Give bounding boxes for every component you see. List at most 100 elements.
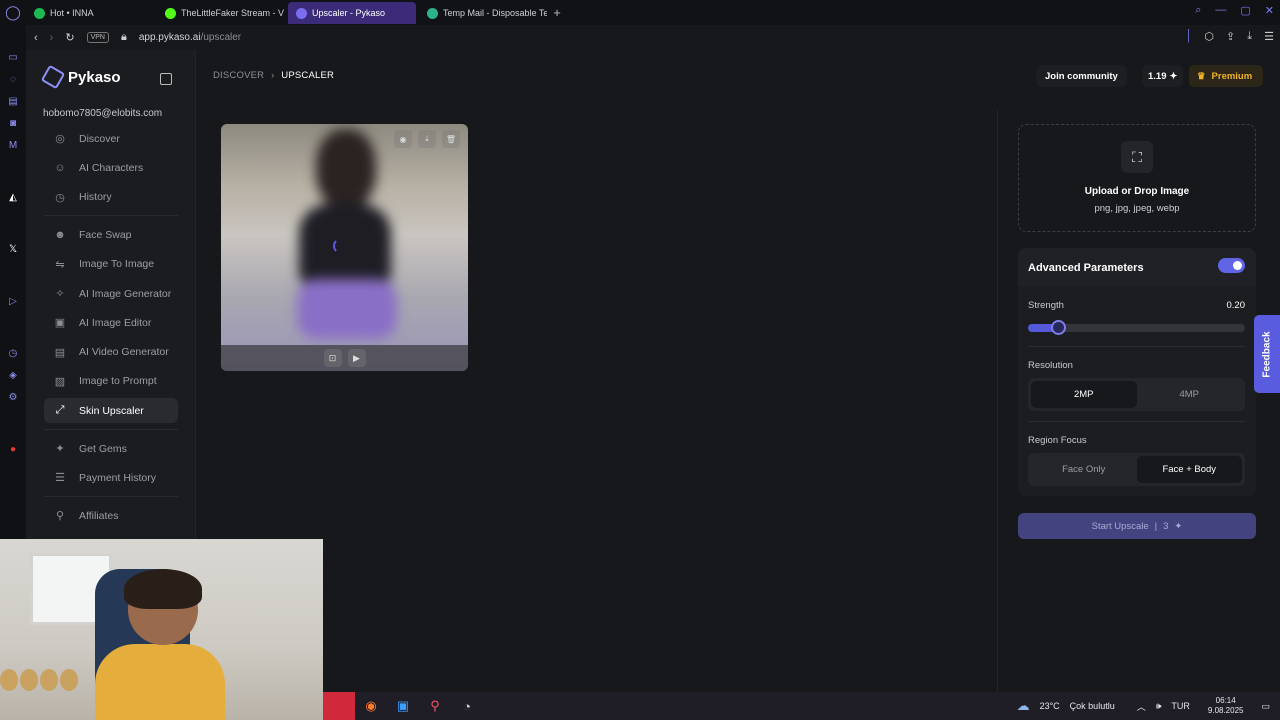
messenger-icon[interactable]: ▭ <box>7 51 19 63</box>
vpn-badge[interactable]: VPN <box>86 32 109 43</box>
pinboard-icon[interactable]: ◈ <box>7 369 19 381</box>
sidebar-item-skin-upscaler[interactable]: ⤢ Skin Upscaler <box>44 398 178 424</box>
clock[interactable]: 06:14 9.08.2025 <box>1208 696 1244 716</box>
compare-icon[interactable]: ⊡ <box>323 349 342 367</box>
browser-tab[interactable]: Hot • INNA <box>26 2 154 24</box>
opera-logo-icon[interactable]: ◯ <box>0 0 26 25</box>
close-icon[interactable]: ✕ <box>1265 4 1274 17</box>
tab-title: Upscaler - Pykaso <box>312 8 386 18</box>
sidebar-item-ai-video-generator[interactable]: ▤ AI Video Generator <box>44 340 178 365</box>
view-icon[interactable]: ◉ <box>394 130 412 148</box>
system-tray: ☁ 23°C Çok bulutlu ︿ 🕪︎ TUR 06:14 9.08.2… <box>1017 692 1270 720</box>
sidebar-item-get-gems[interactable]: ✦ Get Gems <box>44 436 178 461</box>
sidebar-item-label: History <box>79 191 112 204</box>
sidebar-item-face-swap[interactable]: ☻ Face Swap <box>44 222 178 247</box>
download-image-icon[interactable]: ⤓ <box>418 130 436 148</box>
start-upscale-separator: | <box>1154 520 1158 532</box>
video-icon: ▤ <box>54 346 66 359</box>
sidebar-item-image-to-prompt[interactable]: ▨ Image to Prompt <box>44 369 178 394</box>
video-camera-icon[interactable]: ▶ <box>347 349 366 367</box>
brand-logo[interactable]: Pykaso <box>40 64 121 90</box>
sidebar-item-ai-image-generator[interactable]: ✧ AI Image Generator <box>44 281 178 306</box>
browser-tab[interactable]: Temp Mail - Disposable Te <box>419 2 547 24</box>
tab-title: Hot • INNA <box>50 8 94 18</box>
taskbar-app-red[interactable] <box>323 692 355 720</box>
x-icon[interactable]: 𝕏 <box>7 243 19 255</box>
sidebar-item-history[interactable]: ◷ History <box>44 185 178 210</box>
tab-favicon-icon <box>427 7 438 19</box>
sidebar-item-ai-image-editor[interactable]: ▣ AI Image Editor <box>44 310 178 335</box>
reload-icon[interactable]: ↻ <box>65 31 74 44</box>
sidebar-divider <box>44 495 178 497</box>
gems-balance[interactable]: 1.19 ✦ <box>1142 65 1184 87</box>
sidebar-item-affiliates[interactable]: ⚲ Affiliates <box>44 503 178 528</box>
language-indicator[interactable]: TUR <box>1171 701 1190 711</box>
wallet-icon[interactable]: ▤ <box>7 95 19 107</box>
join-community-button[interactable]: Join community <box>1036 65 1127 87</box>
minimize-icon[interactable]: — <box>1215 4 1226 17</box>
region-focus-option[interactable]: Face Only <box>1031 456 1137 483</box>
url-field[interactable]: app.pykaso.ai/upscaler <box>139 32 241 43</box>
photo-figure-head <box>316 129 376 209</box>
tab-title: TheLittleFaker Stream - V <box>181 8 285 18</box>
upload-dropzone[interactable]: ⛶ Upload or Drop Image png, jpg, jpeg, w… <box>1018 124 1256 232</box>
upload-title: Upload or Drop Image <box>1084 186 1190 197</box>
sidebar-item-image-to-image[interactable]: ⇋ Image To Image <box>44 252 178 277</box>
new-tab-button[interactable]: + <box>547 5 567 20</box>
sidebar-item-ai-characters[interactable]: ☺ AI Characters <box>44 155 178 180</box>
sidebar-item-payment-history[interactable]: ☰ Payment History <box>44 465 178 490</box>
start-upscale-button[interactable]: Start Upscale | 3 ✦ <box>1018 513 1256 539</box>
browser-tab[interactable]: Upscaler - Pykaso <box>288 2 416 24</box>
settings-icon[interactable]: ⚙ <box>7 391 19 403</box>
smiley-icon: ☺ <box>54 161 66 174</box>
premium-button[interactable]: ♛ Premium <box>1189 65 1263 87</box>
resolution-option[interactable]: 4MP <box>1137 381 1243 408</box>
notifications-icon[interactable]: ▭ <box>1261 701 1270 712</box>
search-tabs-icon[interactable]: ⌕ <box>1195 4 1201 17</box>
instagram-icon[interactable]: ◙ <box>7 117 19 129</box>
download-icon[interactable]: ⤓ <box>1247 30 1252 43</box>
forward-icon[interactable]: › <box>50 32 54 44</box>
tray-chevron-icon[interactable]: ︿ <box>1137 700 1146 713</box>
mail-icon[interactable]: M <box>7 139 19 151</box>
extensions-icon[interactable]: ⬡ <box>1204 30 1214 43</box>
browser-tab[interactable]: TheLittleFaker Stream - V <box>157 2 285 24</box>
app-badge-icon[interactable]: ◔ <box>451 692 483 720</box>
menu-icon[interactable]: ☰ <box>1264 30 1274 43</box>
feedback-label: Feedback <box>1261 330 1273 378</box>
weather-desc[interactable]: Çok bulutlu <box>1070 701 1115 711</box>
maximize-icon[interactable]: ▢ <box>1240 4 1250 17</box>
tab-favicon-icon <box>34 7 45 19</box>
share-icon[interactable]: ⇪ <box>1226 30 1235 43</box>
sidebar-item-discover[interactable]: ◎ Discover <box>44 126 178 151</box>
maps-icon[interactable]: ⚲ <box>419 692 451 720</box>
store-icon[interactable]: ▣ <box>387 692 419 720</box>
compass-icon: ◎ <box>55 133 65 145</box>
advanced-parameters-card: Advanced Parameters Strength 0.20 Resolu… <box>1018 248 1256 496</box>
weather-temp[interactable]: 23°C <box>1040 701 1060 711</box>
back-icon[interactable]: ‹ <box>34 32 38 44</box>
delete-icon[interactable]: 🗑︎ <box>442 130 460 148</box>
player-icon[interactable]: ▷ <box>7 295 19 307</box>
advanced-parameters-toggle[interactable] <box>1218 258 1245 273</box>
uploaded-image-card[interactable]: ◉ ⤓ 🗑︎ ⊡ ▶ <box>221 124 468 371</box>
strength-slider-thumb[interactable] <box>1051 320 1067 335</box>
affiliate-icon: ⚲ <box>55 510 65 523</box>
volume-icon[interactable]: 🕪︎ <box>1156 701 1162 712</box>
pykaso-logo-icon <box>40 64 66 90</box>
windows-taskbar: ◉ ▣ ⚲ ◔ ☁ 23°C Çok bulutlu ︿ 🕪︎ TUR 06:1… <box>323 692 1280 720</box>
region-focus-option[interactable]: Face + Body <box>1136 456 1242 483</box>
app-icon[interactable]: ◭ <box>7 191 19 203</box>
collapse-sidebar-icon[interactable] <box>160 73 172 85</box>
webcam-shirt <box>95 644 225 720</box>
advanced-parameters-header: Advanced Parameters <box>1018 248 1256 286</box>
breadcrumb-discover[interactable]: DISCOVER <box>213 70 264 81</box>
feedback-tab[interactable]: Feedback <box>1254 315 1280 393</box>
firefox-icon[interactable]: ◉ <box>355 692 387 720</box>
strength-slider[interactable] <box>1028 320 1245 335</box>
aria-icon[interactable]: ◌ <box>7 73 19 85</box>
history-icon[interactable]: ◷ <box>7 347 19 359</box>
resolution-option[interactable]: 2MP <box>1031 381 1137 408</box>
record-icon[interactable]: ● <box>7 443 19 455</box>
tab-title: Temp Mail - Disposable Te <box>443 8 547 18</box>
